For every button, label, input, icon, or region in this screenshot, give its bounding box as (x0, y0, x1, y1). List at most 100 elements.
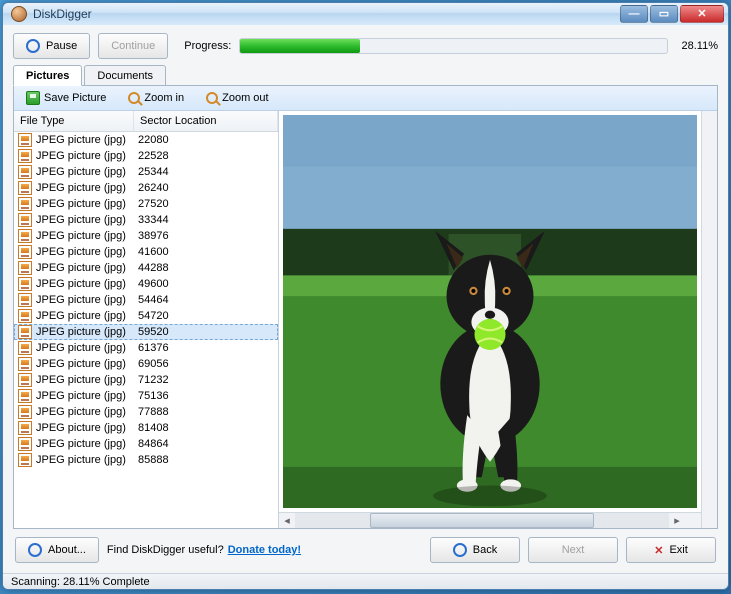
minimize-button[interactable]: — (620, 5, 648, 23)
preview-image (283, 115, 697, 508)
file-icon (18, 325, 32, 339)
cell-filetype: JPEG picture (jpg) (36, 390, 138, 402)
table-row[interactable]: JPEG picture (jpg)27520 (14, 196, 278, 212)
zoom-in-button[interactable]: Zoom in (124, 90, 188, 106)
table-row[interactable]: JPEG picture (jpg)22528 (14, 148, 278, 164)
cell-sector: 33344 (138, 214, 274, 226)
tab-panel: Save Picture Zoom in Zoom out File Type … (13, 85, 718, 529)
cell-filetype: JPEG picture (jpg) (36, 198, 138, 210)
table-row[interactable]: JPEG picture (jpg)59520 (14, 324, 278, 340)
exit-icon: ✕ (654, 544, 663, 557)
zoom-out-button[interactable]: Zoom out (202, 90, 272, 106)
col-sector[interactable]: Sector Location (134, 111, 278, 131)
top-toolbar: Pause Continue Progress: 28.11% (13, 33, 718, 59)
info-icon (28, 543, 42, 557)
donate-link[interactable]: Donate today! (228, 544, 301, 556)
preview-hscrollbar[interactable]: ◂ ▸ (279, 512, 685, 528)
scroll-right-icon[interactable]: ▸ (669, 513, 685, 528)
exit-button[interactable]: ✕ Exit (626, 537, 716, 563)
cell-sector: 59520 (138, 326, 274, 338)
table-row[interactable]: JPEG picture (jpg)25344 (14, 164, 278, 180)
file-icon (18, 309, 32, 323)
table-row[interactable]: JPEG picture (jpg)54464 (14, 292, 278, 308)
file-icon (18, 213, 32, 227)
cell-filetype: JPEG picture (jpg) (36, 150, 138, 162)
cell-filetype: JPEG picture (jpg) (36, 262, 138, 274)
file-icon (18, 341, 32, 355)
table-row[interactable]: JPEG picture (jpg)54720 (14, 308, 278, 324)
cell-sector: 71232 (138, 374, 274, 386)
table-row[interactable]: JPEG picture (jpg)85888 (14, 452, 278, 468)
list-header[interactable]: File Type Sector Location (14, 111, 278, 132)
save-picture-button[interactable]: Save Picture (22, 89, 110, 107)
cell-sector: 61376 (138, 342, 274, 354)
pause-button[interactable]: Pause (13, 33, 90, 59)
client-area: Pause Continue Progress: 28.11% Pictures… (3, 25, 728, 573)
save-icon (26, 91, 40, 105)
back-icon (453, 543, 467, 557)
close-button[interactable]: ✕ (680, 5, 724, 23)
status-bar: Scanning: 28.11% Complete (3, 573, 728, 589)
table-row[interactable]: JPEG picture (jpg)84864 (14, 436, 278, 452)
table-row[interactable]: JPEG picture (jpg)49600 (14, 276, 278, 292)
progress-label: Progress: (184, 40, 231, 52)
table-row[interactable]: JPEG picture (jpg)71232 (14, 372, 278, 388)
back-button[interactable]: Back (430, 537, 520, 563)
cell-sector: 26240 (138, 182, 274, 194)
cell-filetype: JPEG picture (jpg) (36, 134, 138, 146)
file-list-panel: File Type Sector Location JPEG picture (… (14, 111, 279, 528)
table-row[interactable]: JPEG picture (jpg)61376 (14, 340, 278, 356)
tab-pictures[interactable]: Pictures (13, 65, 82, 86)
col-filetype[interactable]: File Type (14, 111, 134, 131)
cell-sector: 69056 (138, 358, 274, 370)
table-row[interactable]: JPEG picture (jpg)41600 (14, 244, 278, 260)
cell-sector: 77888 (138, 406, 274, 418)
titlebar[interactable]: DiskDigger — ▭ ✕ (3, 3, 728, 25)
cell-sector: 85888 (138, 454, 274, 466)
table-row[interactable]: JPEG picture (jpg)81408 (14, 420, 278, 436)
cell-sector: 41600 (138, 246, 274, 258)
table-row[interactable]: JPEG picture (jpg)38976 (14, 228, 278, 244)
file-icon (18, 373, 32, 387)
cell-sector: 75136 (138, 390, 274, 402)
preview-vscrollbar[interactable] (701, 111, 717, 528)
useful-text: Find DiskDigger useful? (107, 544, 224, 556)
about-button[interactable]: About... (15, 537, 99, 563)
file-icon (18, 133, 32, 147)
app-title: DiskDigger (33, 7, 92, 21)
cell-sector: 27520 (138, 198, 274, 210)
maximize-button[interactable]: ▭ (650, 5, 678, 23)
cell-filetype: JPEG picture (jpg) (36, 374, 138, 386)
next-button[interactable]: Next (528, 537, 618, 563)
zoom-in-icon (128, 92, 140, 104)
cell-filetype: JPEG picture (jpg) (36, 454, 138, 466)
scroll-left-icon[interactable]: ◂ (279, 513, 295, 528)
table-row[interactable]: JPEG picture (jpg)69056 (14, 356, 278, 372)
preview-canvas[interactable] (279, 111, 701, 512)
cell-filetype: JPEG picture (jpg) (36, 422, 138, 434)
cell-sector: 22080 (138, 134, 274, 146)
table-row[interactable]: JPEG picture (jpg)77888 (14, 404, 278, 420)
picture-toolbar: Save Picture Zoom in Zoom out (14, 86, 717, 111)
table-row[interactable]: JPEG picture (jpg)22080 (14, 132, 278, 148)
table-row[interactable]: JPEG picture (jpg)33344 (14, 212, 278, 228)
file-icon (18, 229, 32, 243)
preview-panel: ◂ ▸ (279, 111, 701, 528)
cell-filetype: JPEG picture (jpg) (36, 246, 138, 258)
file-icon (18, 293, 32, 307)
table-row[interactable]: JPEG picture (jpg)26240 (14, 180, 278, 196)
continue-button[interactable]: Continue (98, 33, 168, 59)
cell-sector: 81408 (138, 422, 274, 434)
status-text: Scanning: 28.11% Complete (11, 576, 150, 588)
table-row[interactable]: JPEG picture (jpg)75136 (14, 388, 278, 404)
cell-filetype: JPEG picture (jpg) (36, 406, 138, 418)
file-list[interactable]: JPEG picture (jpg)22080JPEG picture (jpg… (14, 132, 278, 528)
tab-documents[interactable]: Documents (84, 65, 166, 85)
file-icon (18, 245, 32, 259)
cell-sector: 49600 (138, 278, 274, 290)
cell-filetype: JPEG picture (jpg) (36, 358, 138, 370)
cell-filetype: JPEG picture (jpg) (36, 182, 138, 194)
table-row[interactable]: JPEG picture (jpg)44288 (14, 260, 278, 276)
cell-sector: 22528 (138, 150, 274, 162)
cell-sector: 38976 (138, 230, 274, 242)
